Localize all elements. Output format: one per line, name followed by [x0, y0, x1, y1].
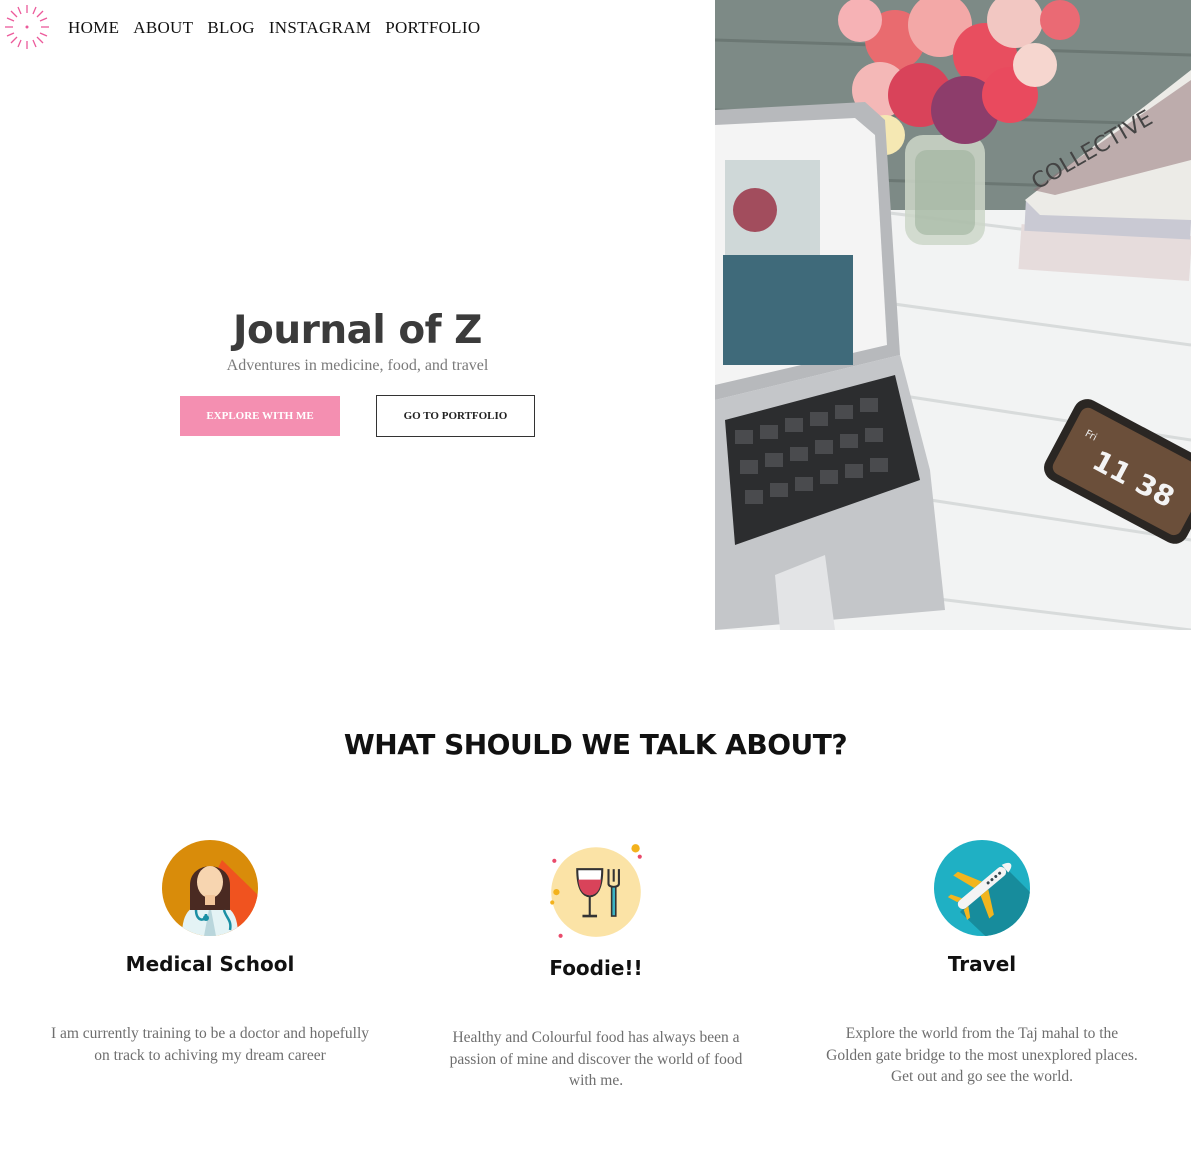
- pink-starburst-logo-icon[interactable]: [4, 4, 50, 50]
- hero-photo: COLLECTIVE Fri 11 38: [715, 0, 1191, 630]
- card-title: Travel: [947, 952, 1017, 976]
- nav-instagram[interactable]: INSTAGRAM: [269, 18, 371, 38]
- hero-title: Journal of Z: [233, 308, 482, 353]
- airplane-icon: [934, 840, 1030, 936]
- doctor-icon: [162, 840, 258, 936]
- explore-button[interactable]: EXPLORE WITH ME: [180, 396, 340, 436]
- portfolio-button[interactable]: GO TO PORTFOLIO: [376, 395, 535, 437]
- card-travel: Travel Explore the world from the Taj ma…: [792, 840, 1172, 1088]
- card-text: I am currently training to be a doctor a…: [50, 1025, 370, 1064]
- nav-home[interactable]: HOME: [68, 18, 119, 38]
- wine-fork-icon: [550, 844, 642, 938]
- card-title: Medical School: [125, 952, 295, 976]
- card-title: Foodie!!: [549, 956, 643, 980]
- nav-about[interactable]: ABOUT: [133, 18, 193, 38]
- hero-text: Journal of Z Adventures in medicine, foo…: [0, 300, 715, 375]
- section-title: WHAT SHOULD WE TALK ABOUT?: [343, 728, 848, 761]
- card-foodie: Foodie!! Healthy and Colourful food has …: [406, 840, 786, 1092]
- card-text: Healthy and Colourful food has always be…: [449, 1029, 743, 1089]
- card-text: Explore the world from the Taj mahal to …: [826, 1025, 1138, 1085]
- card-medical-school: Medical School I am currently training t…: [20, 840, 400, 1066]
- main-nav: HOME ABOUT BLOG INSTAGRAM PORTFOLIO: [68, 18, 480, 38]
- nav-portfolio[interactable]: PORTFOLIO: [385, 18, 480, 38]
- desk-photo-illustration: COLLECTIVE Fri 11 38: [715, 0, 1191, 630]
- nav-blog[interactable]: BLOG: [207, 18, 254, 38]
- hero-subtitle: Adventures in medicine, food, and travel: [226, 357, 489, 374]
